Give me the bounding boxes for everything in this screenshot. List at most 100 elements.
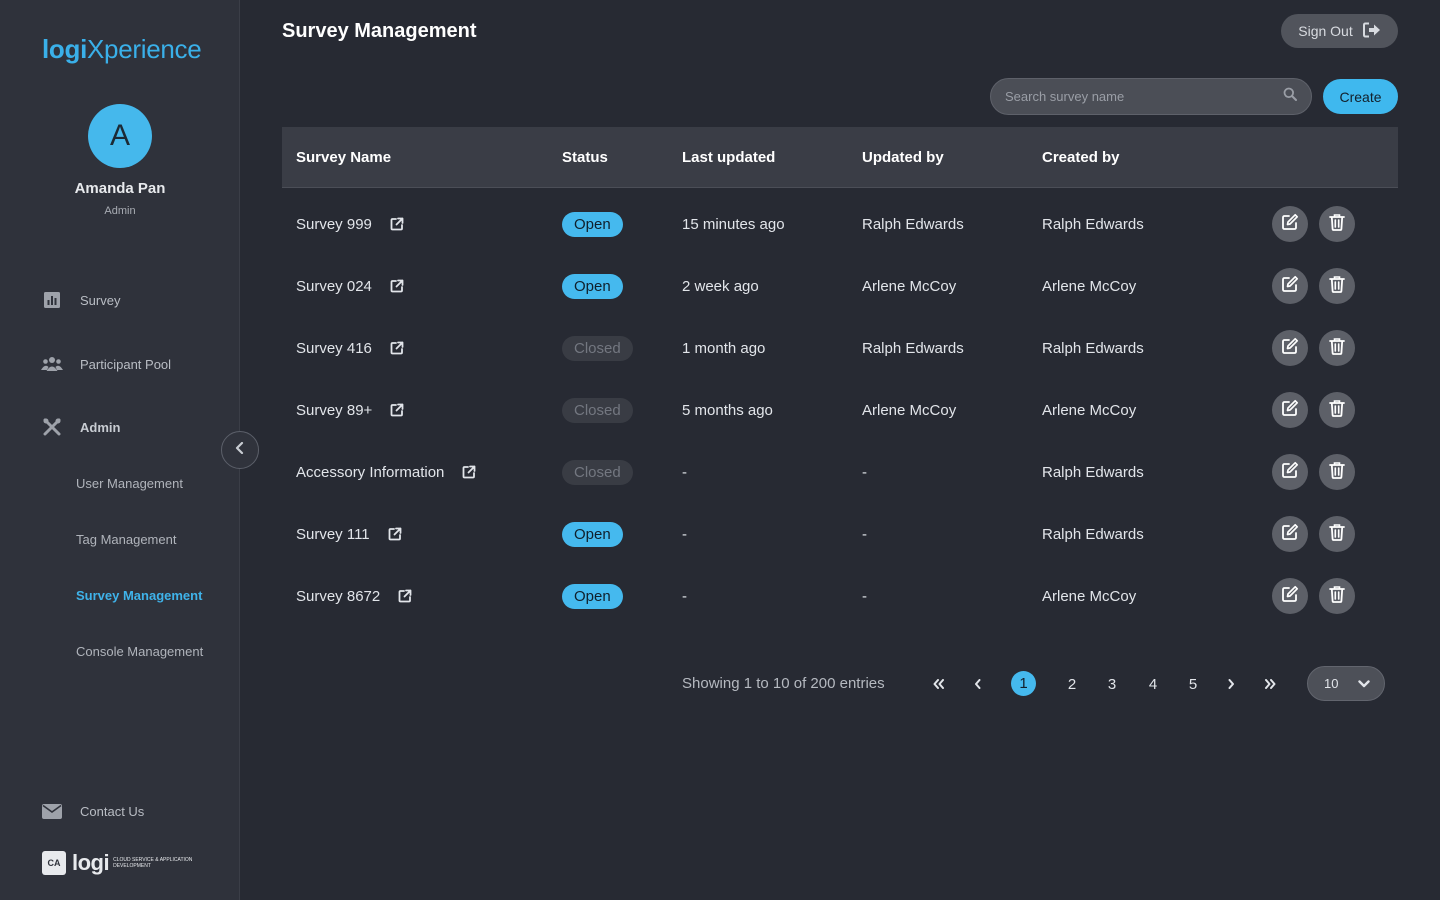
- pagination-info: Showing 1 to 10 of 200 entries: [682, 675, 885, 692]
- delete-button[interactable]: [1319, 578, 1355, 614]
- last-updated-cell: 2 week ago: [682, 277, 759, 295]
- edit-icon: [1281, 585, 1299, 608]
- user-name: Amanda Pan: [74, 180, 166, 197]
- chevrons-right-icon: [1264, 676, 1276, 693]
- status-cell: Closed: [562, 379, 633, 441]
- updated-by-cell: -: [862, 463, 867, 481]
- column-header-updated-by[interactable]: Updated by: [862, 149, 944, 166]
- delete-button[interactable]: [1319, 392, 1355, 428]
- sidebar-item-contact-us[interactable]: Contact Us: [40, 802, 144, 820]
- sidebar-subitem-tag-management[interactable]: Tag Management: [76, 532, 176, 547]
- survey-name-cell: Survey 89+: [296, 379, 404, 441]
- external-link-icon[interactable]: [390, 217, 404, 231]
- collapse-sidebar-button[interactable]: [221, 431, 259, 469]
- updated-by-cell: Ralph Edwards: [862, 339, 964, 357]
- trash-icon: [1329, 213, 1345, 236]
- updated-by-cell: -: [862, 587, 867, 605]
- survey-name[interactable]: Survey 024: [296, 278, 372, 295]
- sidebar-subitem-user-management[interactable]: User Management: [76, 476, 183, 491]
- sidebar-item-admin[interactable]: Admin: [40, 418, 120, 436]
- previous-page-button[interactable]: [965, 672, 991, 696]
- survey-name-cell: Survey 024: [296, 255, 404, 317]
- delete-button[interactable]: [1319, 206, 1355, 242]
- ca-logo-mark: CA: [42, 851, 66, 875]
- sidebar: logiXperience A Amanda Pan Admin Survey …: [0, 0, 240, 900]
- sidebar-subitem-survey-management[interactable]: Survey Management: [76, 588, 202, 603]
- sidebar-item-label: Participant Pool: [80, 356, 172, 372]
- column-header-status[interactable]: Status: [562, 149, 608, 166]
- survey-name[interactable]: Survey 999: [296, 216, 372, 233]
- edit-button[interactable]: [1272, 578, 1308, 614]
- status-cell: Closed: [562, 317, 633, 379]
- sidebar-item-participant-pool[interactable]: Participant Pool: [40, 355, 171, 373]
- external-link-icon[interactable]: [390, 279, 404, 293]
- delete-button[interactable]: [1319, 330, 1355, 366]
- last-page-button[interactable]: [1257, 672, 1283, 696]
- sidebar-item-label: Contact Us: [80, 803, 145, 819]
- external-link-icon[interactable]: [390, 403, 404, 417]
- page-5-button[interactable]: 5: [1180, 672, 1206, 696]
- next-page-button[interactable]: [1218, 672, 1244, 696]
- search-icon[interactable]: [1283, 87, 1297, 106]
- page-2-button[interactable]: 2: [1059, 672, 1085, 696]
- first-page-button[interactable]: [926, 672, 952, 696]
- column-header-survey-name[interactable]: Survey Name: [296, 149, 391, 166]
- survey-name-cell: Survey 8672: [296, 565, 412, 627]
- page-4-button[interactable]: 4: [1140, 672, 1166, 696]
- created-by-cell: Arlene McCoy: [1042, 401, 1137, 419]
- avatar[interactable]: A: [88, 104, 152, 168]
- edit-icon: [1281, 275, 1299, 298]
- chevron-left-icon: [974, 676, 982, 693]
- create-button[interactable]: Create: [1323, 79, 1398, 114]
- survey-name[interactable]: Accessory Information: [296, 464, 444, 481]
- created-by-cell: Ralph Edwards: [1042, 339, 1144, 357]
- tools-icon: [40, 418, 64, 436]
- search-input[interactable]: [1005, 89, 1283, 104]
- edit-button[interactable]: [1272, 516, 1308, 552]
- status-badge: Closed: [562, 335, 633, 361]
- survey-name-cell: Survey 416: [296, 317, 404, 379]
- edit-icon: [1281, 461, 1299, 484]
- external-link-icon[interactable]: [388, 527, 402, 541]
- app-logo[interactable]: logiXperience: [42, 34, 202, 65]
- edit-icon: [1281, 523, 1299, 546]
- updated-by-cell: -: [862, 525, 867, 543]
- column-header-last-updated[interactable]: Last updated: [682, 149, 775, 166]
- column-header-created-by[interactable]: Created by: [1042, 149, 1120, 166]
- user-role: Admin: [104, 205, 136, 217]
- delete-button[interactable]: [1319, 516, 1355, 552]
- footer-logo: CA logi CLOUD SERVICE & APPLICATION DEVE…: [42, 850, 193, 876]
- last-updated-cell: 15 minutes ago: [682, 215, 785, 233]
- status-badge: Open: [562, 273, 623, 299]
- sidebar-subitem-console-management[interactable]: Console Management: [76, 644, 203, 659]
- external-link-icon[interactable]: [462, 465, 476, 479]
- created-by-cell: Arlene McCoy: [1042, 277, 1137, 295]
- survey-name-cell: Survey 111: [296, 503, 402, 565]
- external-link-icon[interactable]: [398, 589, 412, 603]
- sign-out-icon: [1362, 22, 1381, 41]
- trash-icon: [1329, 585, 1345, 608]
- edit-button[interactable]: [1272, 392, 1308, 428]
- status-badge: Open: [562, 211, 623, 237]
- delete-button[interactable]: [1319, 268, 1355, 304]
- page-size-select[interactable]: 10: [1307, 666, 1385, 701]
- survey-name-cell: Survey 999: [296, 193, 404, 255]
- survey-name[interactable]: Survey 89+: [296, 402, 372, 419]
- edit-button[interactable]: [1272, 268, 1308, 304]
- sidebar-item-survey[interactable]: Survey: [40, 291, 120, 309]
- survey-name[interactable]: Survey 8672: [296, 588, 380, 605]
- sign-out-button[interactable]: Sign Out: [1281, 14, 1398, 48]
- page-1-button[interactable]: 1: [1011, 671, 1036, 696]
- survey-name[interactable]: Survey 111: [296, 526, 370, 543]
- trash-icon: [1329, 337, 1345, 360]
- edit-button[interactable]: [1272, 206, 1308, 242]
- edit-button[interactable]: [1272, 330, 1308, 366]
- external-link-icon[interactable]: [390, 341, 404, 355]
- edit-button[interactable]: [1272, 454, 1308, 490]
- sidebar-item-label: Admin: [80, 419, 121, 435]
- delete-button[interactable]: [1319, 454, 1355, 490]
- created-by-cell: Ralph Edwards: [1042, 463, 1144, 481]
- status-cell: Open: [562, 255, 623, 317]
- page-3-button[interactable]: 3: [1099, 672, 1125, 696]
- survey-name[interactable]: Survey 416: [296, 340, 372, 357]
